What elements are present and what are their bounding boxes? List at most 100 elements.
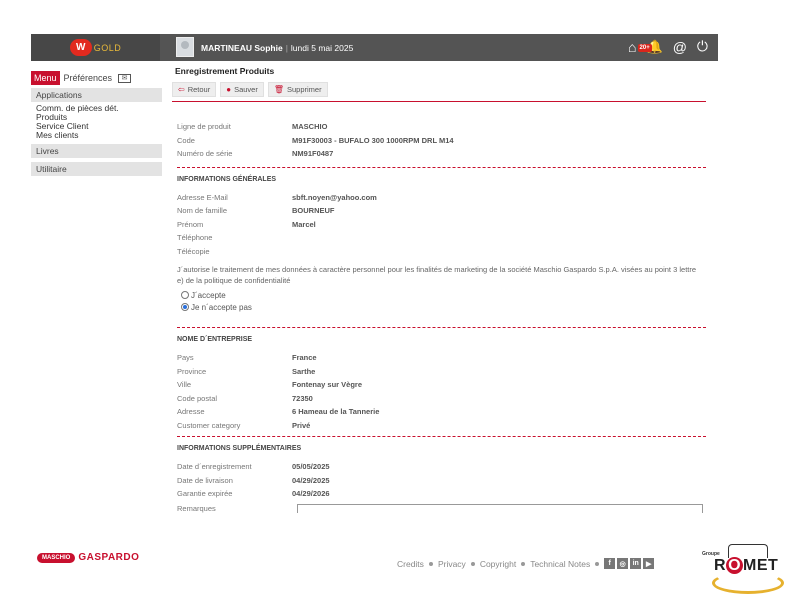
footer-separator <box>595 561 600 566</box>
mail-icon[interactable]: ✉ <box>118 73 132 83</box>
notification-bell-icon[interactable]: 🔔 20+ <box>637 39 663 55</box>
footer-link-privacy[interactable]: Privacy <box>438 559 466 569</box>
product-code-row: Code M91F30003 - BUFALO 300 1000RPM DRL M… <box>177 134 706 148</box>
city-row: Ville Fontenay sur Vègre <box>177 378 706 392</box>
warranty-expiry-row: Garantie expirée 04/29/2026 <box>177 487 706 501</box>
decline-radio[interactable] <box>181 303 189 311</box>
province-row: Province Sarthe <box>177 365 706 379</box>
delivery-date-row: Date de livraison 04/29/2025 <box>177 474 706 488</box>
country-value: France <box>292 353 317 363</box>
save-button[interactable]: ● Sauver <box>220 82 264 97</box>
registration-date-row: Date d´enregistrement 05/05/2025 <box>177 460 706 474</box>
fax-row: Télécopie <box>177 245 706 259</box>
save-label: Sauver <box>234 85 258 94</box>
save-icon: ● <box>226 85 232 94</box>
maschio-logo-text: MASCHIO <box>37 552 76 563</box>
accept-label: J´accepte <box>191 290 226 300</box>
field-label: Adresse E-Mail <box>177 192 228 202</box>
sidebar-item-my-customers[interactable]: Mes clients <box>36 131 157 140</box>
product-code-value: M91F30003 - BUFALO 300 1000RPM DRL M14 <box>292 135 454 145</box>
field-label: Garantie expirée <box>177 489 233 499</box>
power-icon[interactable]: ⏻ <box>697 38 708 55</box>
section-divider <box>177 436 706 437</box>
footer-link-credits[interactable]: Credits <box>397 559 424 569</box>
avatar[interactable] <box>176 37 194 57</box>
facebook-icon[interactable]: f <box>604 558 616 569</box>
app-logo[interactable]: W GOLD <box>31 34 160 61</box>
footer-separator <box>470 561 475 566</box>
home-icon[interactable]: ⌂ <box>628 39 636 55</box>
field-label: Nom de famille <box>177 206 228 216</box>
tab-menu[interactable]: Menu <box>31 71 60 85</box>
field-label: Ligne de produit <box>177 122 231 132</box>
delete-button[interactable]: 🗑 Supprimer <box>267 82 328 97</box>
top-bar: W GOLD MARTINEAU Sophie | lundi 5 mai 2025… <box>31 34 718 61</box>
sidebar-section-books[interactable]: Livres <box>31 144 162 158</box>
city-value: Fontenay sur Vègre <box>292 380 363 390</box>
consent-decline-option[interactable]: Je n´accepte pas <box>181 301 706 313</box>
last-name-value: BOURNEUF <box>292 206 335 216</box>
postal-code-value: 72350 <box>292 393 313 403</box>
remarks-textarea[interactable] <box>297 503 703 513</box>
notification-badge: 20+ <box>637 43 652 52</box>
province-value: Sarthe <box>292 366 316 376</box>
logo-mark: W <box>69 39 92 56</box>
instagram-icon[interactable]: ◎ <box>617 558 629 569</box>
address-value: 6 Hameau de la Tannerie <box>292 407 380 417</box>
sidebar-tabs: Menu Préférences ✉ <box>31 70 162 86</box>
email-value: sbft.noyen@yahoo.com <box>292 192 377 202</box>
sidebar-section-utility[interactable]: Utilitaire <box>31 162 162 176</box>
delete-label: Supprimer <box>286 85 322 94</box>
footer-separator <box>428 561 433 566</box>
accept-radio[interactable] <box>181 291 189 299</box>
phone-row: Téléphone <box>177 231 706 245</box>
back-icon: ⇦ <box>178 85 185 94</box>
sidebar: Menu Préférences ✉ Applications Comm. de… <box>31 70 162 176</box>
consent-accept-option[interactable]: J´accepte <box>181 289 706 301</box>
field-label: Customer category <box>177 420 241 430</box>
linkedin-icon[interactable]: in <box>630 558 642 569</box>
back-label: Retour <box>187 85 211 94</box>
field-label: Adresse <box>177 407 205 417</box>
sidebar-section-applications[interactable]: Applications <box>31 88 162 102</box>
field-label: Pays <box>177 353 194 363</box>
extra-info-title: INFORMATIONS SUPPLÉMENTAIRES <box>177 445 302 452</box>
serial-number-row: Numéro de série NM91F0487 <box>177 147 706 161</box>
field-label: Date d´enregistrement <box>177 462 252 472</box>
footer-link-copyright[interactable]: Copyright <box>480 559 516 569</box>
field-label: Ville <box>177 380 192 390</box>
field-label: Code <box>177 135 195 145</box>
tractor-icon <box>728 544 768 558</box>
delivery-date-value: 04/29/2025 <box>292 475 330 485</box>
first-name-row: Prénom Marcel <box>177 218 706 232</box>
last-name-row: Nom de famille BOURNEUF <box>177 204 706 218</box>
youtube-icon[interactable]: ▶ <box>643 558 655 569</box>
footer-link-technical-notes[interactable]: Technical Notes <box>530 559 590 569</box>
field-label: Prénom <box>177 219 204 229</box>
at-sign-icon[interactable]: @ <box>673 39 687 55</box>
toolbar: ⇦ Retour ● Sauver 🗑 Supprimer <box>172 82 706 102</box>
postal-code-row: Code postal 72350 <box>177 392 706 406</box>
general-info-title: INFORMATIONS GÉNÉRALES <box>177 175 277 183</box>
gaspardo-logo-text: GASPARDO <box>78 552 140 563</box>
field-label: Numéro de série <box>177 149 233 159</box>
page-title: Enregistrement Produits <box>175 66 275 76</box>
user-name: MARTINEAU Sophie <box>201 43 283 53</box>
company-title: NOME D´ENTREPRISE <box>177 336 253 343</box>
decline-label: Je n´accepte pas <box>191 302 252 312</box>
serial-number-value: NM91F0487 <box>292 149 334 159</box>
back-button[interactable]: ⇦ Retour <box>172 82 217 97</box>
country-row: Pays France <box>177 351 706 365</box>
field-label: Date de livraison <box>177 475 233 485</box>
customer-category-row: Customer category Privé <box>177 419 706 433</box>
section-divider <box>177 327 706 328</box>
form-content: Ligne de produit MASCHIO Code M91F30003 - … <box>172 102 706 513</box>
social-links: f ◎ in ▶ <box>604 558 655 569</box>
current-date: lundi 5 mai 2025 <box>290 43 354 53</box>
tab-preferences[interactable]: Préférences <box>60 71 117 85</box>
main-content: Enregistrement Produits ⇦ Retour ● Sauver … <box>172 66 706 513</box>
warranty-expiry-value: 04/29/2026 <box>292 489 330 499</box>
remarks-label: Remarques <box>177 503 216 513</box>
field-label: Code postal <box>177 393 218 403</box>
remarks-row: Remarques <box>177 501 706 513</box>
